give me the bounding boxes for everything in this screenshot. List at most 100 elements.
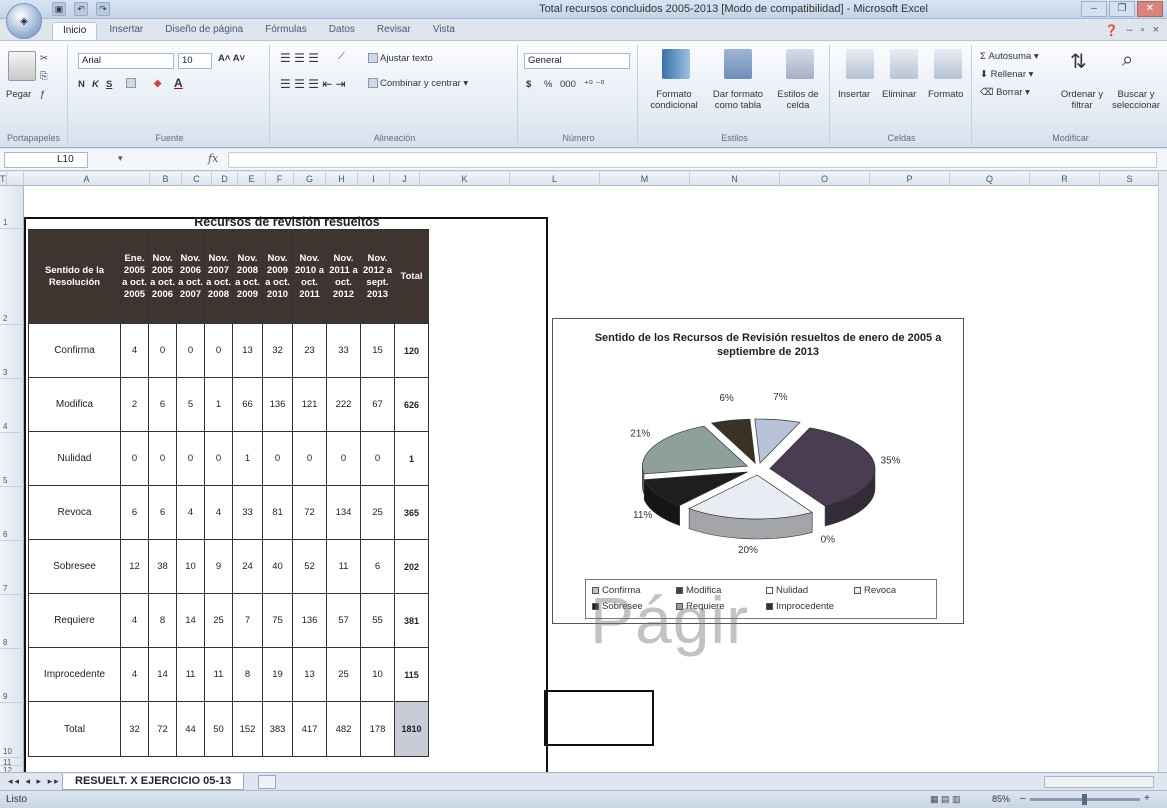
align-left-icon[interactable]: ☰ ☰ ☰ ⇤ ⇥ xyxy=(280,77,346,91)
zoom-in-icon[interactable]: + xyxy=(1144,793,1150,804)
row-label[interactable]: Revoca xyxy=(28,485,121,540)
table-cell[interactable]: 7 xyxy=(232,593,263,648)
table-cell[interactable]: 6 xyxy=(148,485,177,540)
percent-button[interactable]: % xyxy=(544,79,552,90)
selected-cell[interactable] xyxy=(544,690,654,746)
tab-datos[interactable]: Datos xyxy=(319,22,365,40)
row-label[interactable]: Nulidad xyxy=(28,431,121,486)
insert-sheet-icon[interactable] xyxy=(258,775,276,789)
table-cell[interactable]: 11 xyxy=(204,647,233,702)
column-header-o[interactable]: O xyxy=(780,172,870,186)
row-total-cell[interactable]: 1810 xyxy=(394,701,429,757)
sheet-nav-arrows-icon[interactable]: ◂◂ ◂ ▸ ▸▸ xyxy=(8,776,61,787)
ribbon-minimize-icon[interactable]: – xyxy=(1127,24,1133,37)
tab-formulas[interactable]: Fórmulas xyxy=(255,22,317,40)
table-cell[interactable]: 12 xyxy=(120,539,149,594)
table-cell[interactable]: 0 xyxy=(204,431,233,486)
table-cell[interactable]: 5 xyxy=(176,377,205,432)
column-header-l[interactable]: L xyxy=(510,172,600,186)
font-size-combo[interactable]: 10 xyxy=(178,53,212,69)
table-cell[interactable]: 8 xyxy=(148,593,177,648)
column-header-g[interactable]: G xyxy=(294,172,326,186)
table-cell[interactable]: 32 xyxy=(120,701,149,757)
table-cell[interactable]: 383 xyxy=(262,701,293,757)
row-header-2[interactable]: 2 xyxy=(0,229,24,325)
table-cell[interactable]: 75 xyxy=(262,593,293,648)
table-cell[interactable]: 4 xyxy=(120,647,149,702)
format-cells-button[interactable]: Formato xyxy=(928,89,963,100)
column-header-c[interactable]: C xyxy=(182,172,212,186)
grow-font-icon[interactable]: A˄ A˅ xyxy=(218,53,245,64)
table-cell[interactable]: 67 xyxy=(360,377,395,432)
column-header-i[interactable]: I xyxy=(358,172,390,186)
tab-revisar[interactable]: Revisar xyxy=(367,22,421,40)
table-cell[interactable]: 6 xyxy=(120,485,149,540)
column-header-q[interactable]: Q xyxy=(950,172,1030,186)
table-cell[interactable]: 178 xyxy=(360,701,395,757)
table-cell[interactable]: 0 xyxy=(176,431,205,486)
minimize-icon[interactable]: – xyxy=(1081,1,1107,17)
table-cell[interactable]: 25 xyxy=(204,593,233,648)
cell-styles-button[interactable]: Estilos de celda xyxy=(770,89,826,111)
paste-button[interactable]: Pegar xyxy=(6,89,31,100)
table-cell[interactable]: 14 xyxy=(176,593,205,648)
row-total-cell[interactable]: 115 xyxy=(394,647,429,702)
table-cell[interactable]: 40 xyxy=(262,539,293,594)
column-header-b[interactable]: B xyxy=(150,172,182,186)
column-header-n[interactable]: N xyxy=(690,172,780,186)
find-select-button[interactable]: Buscar y seleccionar xyxy=(1108,89,1164,111)
row-header-5[interactable]: 5 xyxy=(0,433,24,487)
delete-cells-button[interactable]: Eliminar xyxy=(882,89,916,100)
column-header-f[interactable]: F xyxy=(266,172,294,186)
fill-button[interactable]: ⬇ Rellenar ▾ xyxy=(980,69,1033,80)
row-total-cell[interactable]: 365 xyxy=(394,485,429,540)
conditional-format-icon[interactable] xyxy=(662,49,690,79)
row-label[interactable]: Total xyxy=(28,701,121,757)
table-cell[interactable]: 136 xyxy=(262,377,293,432)
table-cell[interactable]: 8 xyxy=(232,647,263,702)
cut-icon[interactable]: ✂ xyxy=(40,53,48,64)
row-header-4[interactable]: 4 xyxy=(0,379,24,433)
italic-button[interactable]: K xyxy=(92,79,99,90)
table-cell[interactable]: 52 xyxy=(292,539,327,594)
merge-center-button[interactable]: Combinar y centrar ▾ xyxy=(368,78,468,89)
column-header-p[interactable]: P xyxy=(870,172,950,186)
table-cell[interactable]: 72 xyxy=(148,701,177,757)
table-cell[interactable]: 13 xyxy=(232,323,263,378)
table-cell[interactable]: 2 xyxy=(120,377,149,432)
format-table-icon[interactable] xyxy=(724,49,752,79)
table-cell[interactable]: 152 xyxy=(232,701,263,757)
name-box[interactable]: L10 xyxy=(4,152,88,168)
row-total-cell[interactable]: 202 xyxy=(394,539,429,594)
table-cell[interactable]: 33 xyxy=(232,485,263,540)
table-cell[interactable]: 24 xyxy=(232,539,263,594)
find-select-icon[interactable]: ⌕ xyxy=(1122,49,1133,72)
font-color-icon[interactable]: A xyxy=(174,76,183,90)
restore-icon[interactable]: ❐ xyxy=(1109,1,1135,17)
cell-styles-icon[interactable] xyxy=(786,49,814,79)
formula-input[interactable] xyxy=(228,152,1157,168)
row-label[interactable]: Modifica xyxy=(28,377,121,432)
table-cell[interactable]: 44 xyxy=(176,701,205,757)
table-cell[interactable]: 0 xyxy=(262,431,293,486)
borders-icon[interactable] xyxy=(126,78,138,89)
tab-vista[interactable]: Vista xyxy=(423,22,465,40)
column-header-j[interactable]: J xyxy=(390,172,420,186)
view-buttons-icon[interactable]: ▦ ▤ ▥ xyxy=(930,794,961,805)
column-header-r[interactable]: R xyxy=(1030,172,1100,186)
sort-filter-icon[interactable]: ⇅ xyxy=(1070,49,1087,74)
zoom-slider-thumb[interactable] xyxy=(1082,794,1087,805)
row-header-11[interactable]: 11 xyxy=(0,758,24,767)
row-header-6[interactable]: 6 xyxy=(0,487,24,541)
table-cell[interactable]: 4 xyxy=(120,323,149,378)
row-total-cell[interactable]: 120 xyxy=(394,323,429,378)
fx-icon[interactable]: fx xyxy=(208,152,218,165)
help-icon[interactable]: ❓ xyxy=(1105,24,1119,37)
underline-button[interactable]: S xyxy=(106,79,112,90)
row-label[interactable]: Confirma xyxy=(28,323,121,378)
row-label[interactable]: Improcedente xyxy=(28,647,121,702)
wrap-text-button[interactable]: Ajustar texto xyxy=(368,53,433,64)
table-cell[interactable]: 55 xyxy=(360,593,395,648)
tab-diseno-pagina[interactable]: Diseño de página xyxy=(155,22,253,40)
sheet-tab-resuelt[interactable]: RESUELT. X EJERCICIO 05-13 xyxy=(62,774,245,790)
